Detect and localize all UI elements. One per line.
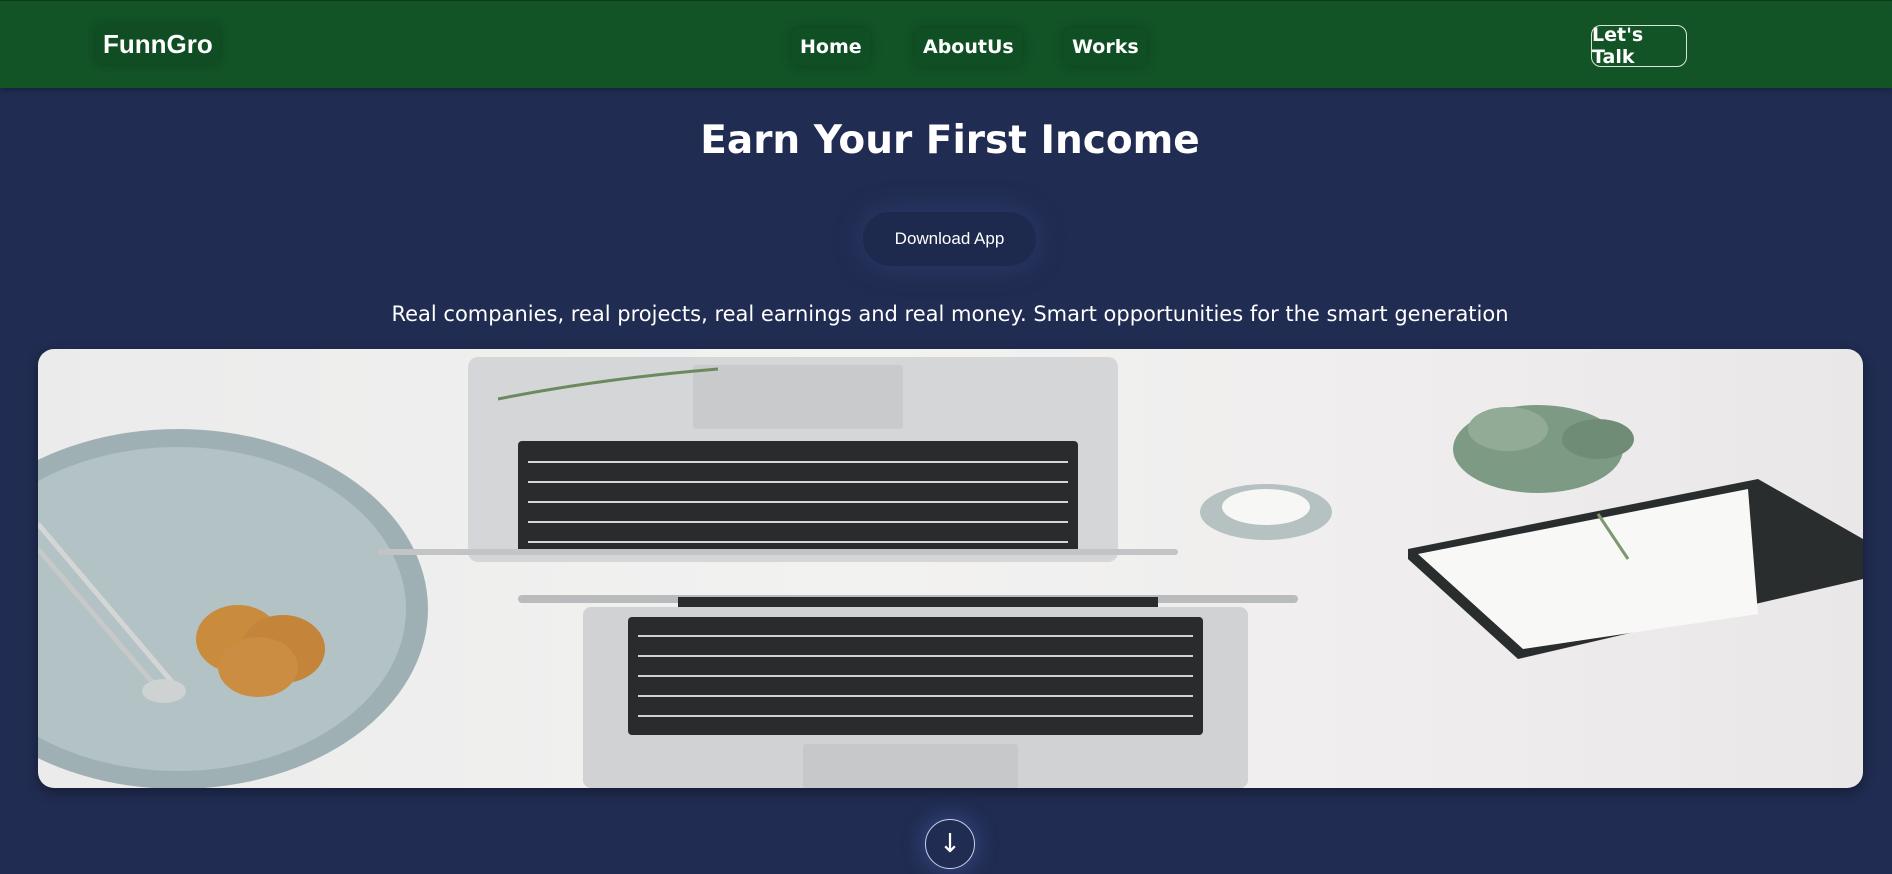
brand-logo[interactable]: FunnGro [96, 25, 220, 64]
notebook [1408, 479, 1863, 659]
desk-illustration [38, 357, 1863, 788]
candle [1200, 484, 1332, 540]
hero-title: Earn Your First Income [700, 118, 1200, 163]
hero-tagline: Real companies, real projects, real earn… [391, 302, 1509, 326]
lets-talk-button[interactable]: Let's Talk [1591, 24, 1687, 68]
nav-link-about-us[interactable]: AboutUs [915, 28, 1022, 66]
nav-link-works[interactable]: Works [1064, 28, 1147, 66]
laptop-bottom [518, 595, 1298, 788]
laptop-top [378, 357, 1178, 562]
scroll-down-button[interactable]: ↓ [925, 819, 975, 869]
plate-with-cookies [38, 429, 428, 788]
navbar: FunnGro Home AboutUs Works Let's Talk [0, 0, 1892, 88]
succulent-plant [1453, 405, 1634, 493]
download-app-button[interactable]: Download App [863, 212, 1036, 266]
nav-link-home[interactable]: Home [792, 28, 870, 66]
hero-image [38, 349, 1863, 788]
arrow-down-icon: ↓ [939, 829, 961, 859]
